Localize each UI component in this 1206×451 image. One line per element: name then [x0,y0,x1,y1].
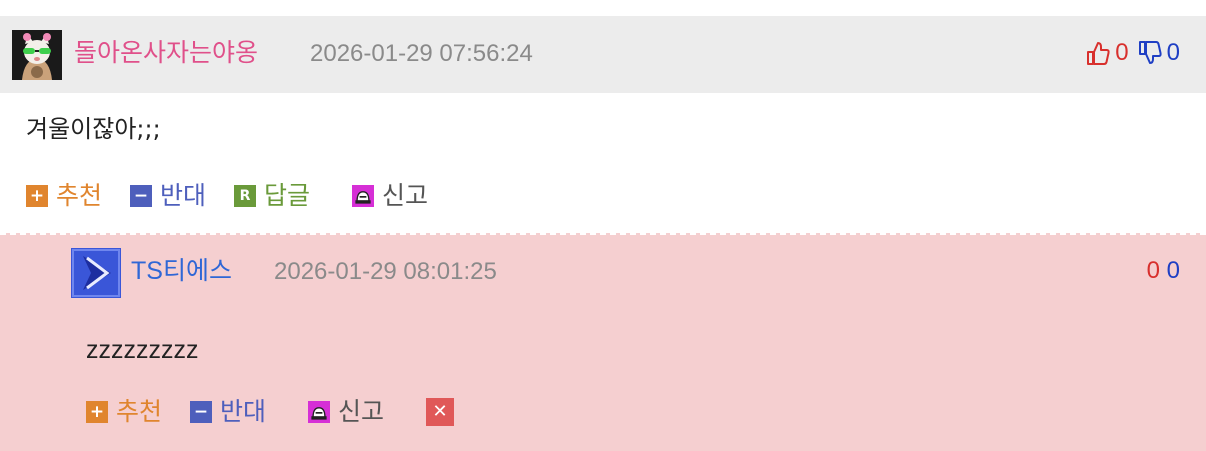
comment-author[interactable]: 돌아온사자는야옹 [74,37,258,69]
plus-icon: + [26,185,48,207]
downvote-count: 0 [1166,39,1180,66]
reply-oppose-button[interactable]: − 반대 [190,396,266,428]
close-icon: ✕ [432,401,448,422]
comment-datetime: 2026-01-29 07:56:24 [310,40,533,67]
reply-report-label: 신고 [338,397,385,426]
reply-author-latin: TS [131,257,163,285]
report-button[interactable]: 신고 [352,180,428,212]
thumbs-down-icon[interactable] [1137,40,1163,66]
minus-icon: − [190,401,213,423]
reply-datetime: 2026-01-29 08:01:25 [274,258,497,285]
siren-icon [308,401,331,423]
delete-button[interactable]: ✕ [426,398,455,426]
reply-upvote-count: 0 [1146,257,1160,284]
recommend-button[interactable]: + 추천 [26,180,102,212]
siren-icon [352,185,375,207]
play-arrow-avatar-icon [71,248,121,298]
comment-body: 겨울이잖아;;; [26,115,161,143]
comment-votes: 0 0 [1085,37,1180,69]
report-label: 신고 [382,181,429,210]
thumbs-up-icon[interactable] [1085,40,1111,66]
plus-icon: + [86,401,108,423]
reply-oppose-label: 반대 [220,397,267,426]
cat-avatar-icon [12,30,62,80]
reply-recommend-button[interactable]: + 추천 [86,396,162,428]
user-avatar[interactable] [12,30,62,80]
reply-actions: + 추천 − 반대 신고 ✕ [86,396,455,428]
reply-button[interactable]: R 답글 [234,180,310,212]
reply-report-button[interactable]: 신고 [308,396,384,428]
reply-author-korean: 티에스 [162,256,232,285]
reply-body: zzzzzzzzz [86,336,199,364]
reply-recommend-label: 추천 [116,397,163,426]
reply-author[interactable]: TS티에스 [131,255,232,287]
reply-downvote-count: 0 [1166,257,1180,284]
r-reply-icon: R [234,185,257,207]
oppose-button[interactable]: − 반대 [130,180,206,212]
recommend-label: 추천 [56,181,103,210]
reply-label: 답글 [264,181,311,210]
comment-actions: + 추천 − 반대 R 답글 신고 [26,180,456,212]
oppose-label: 반대 [160,181,207,210]
upvote-count: 0 [1115,39,1129,66]
minus-icon: − [130,185,153,207]
reply-avatar[interactable] [71,248,121,298]
reply-votes: 0 0 [1147,255,1180,287]
